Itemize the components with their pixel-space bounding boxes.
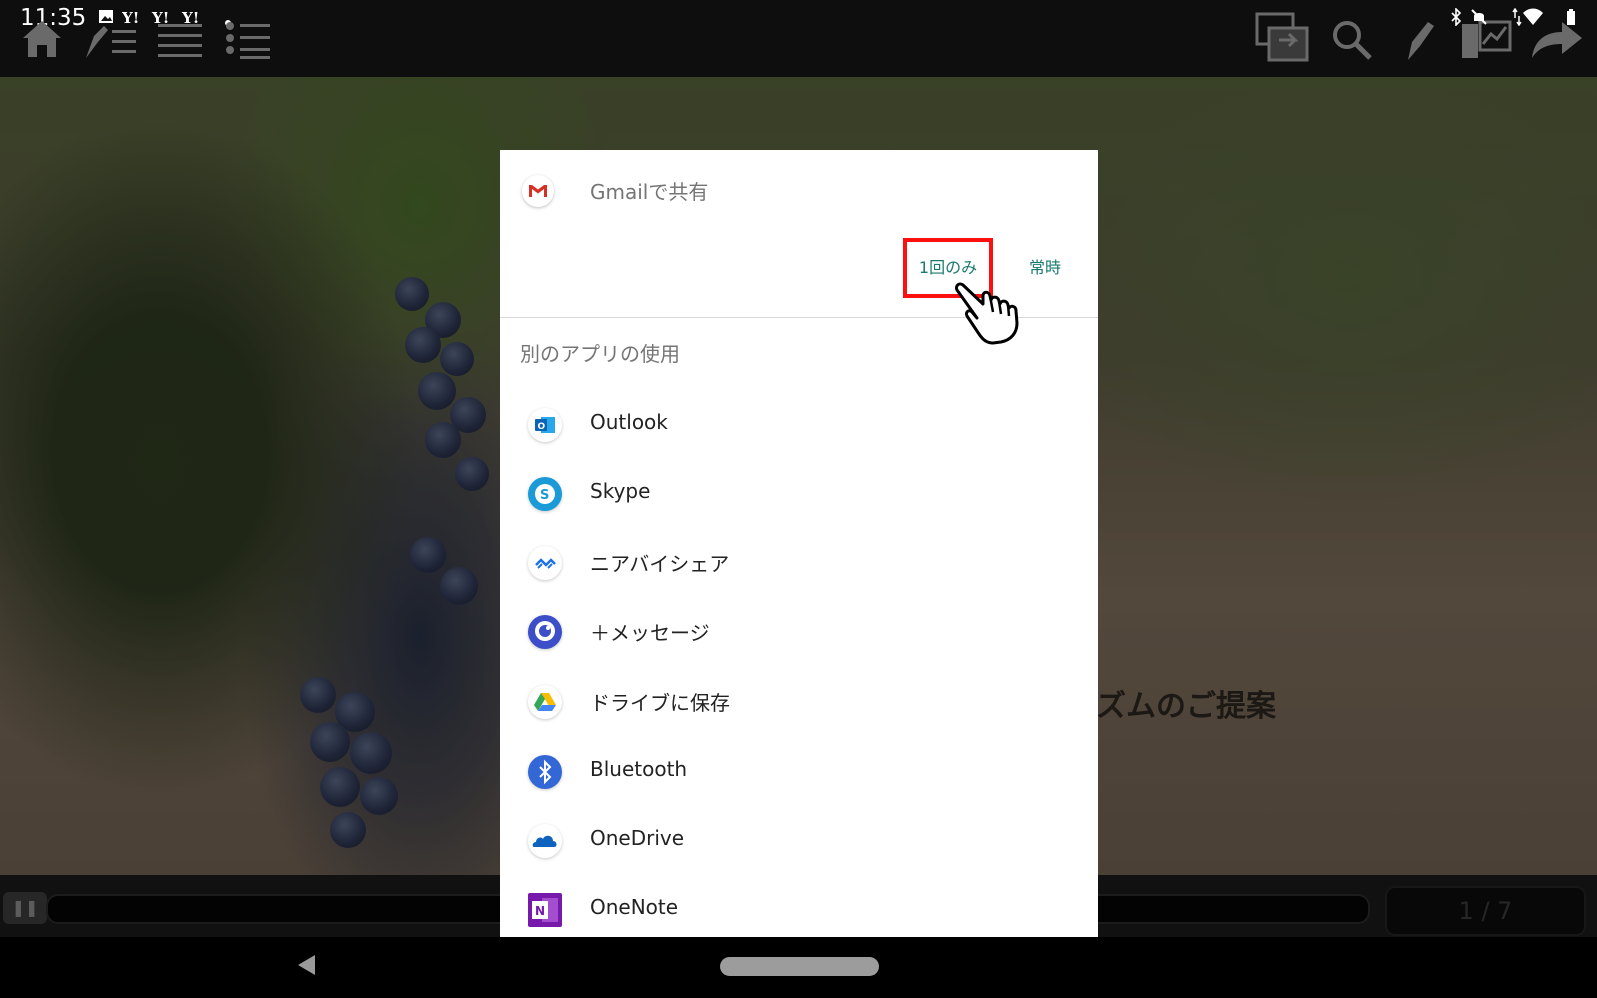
app-row-onenote[interactable]: N OneNote: [500, 875, 1098, 937]
app-label: Outlook: [590, 410, 668, 434]
battery-icon: [1566, 8, 1576, 30]
app-row-onedrive[interactable]: OneDrive: [500, 806, 1098, 874]
svg-text:N: N: [535, 904, 545, 918]
screen-switch-icon[interactable]: [1255, 12, 1311, 64]
bluetooth-icon: [528, 755, 562, 789]
gmail-icon: [522, 175, 554, 207]
svg-text:S: S: [540, 488, 549, 503]
app-label: OneDrive: [590, 826, 685, 850]
pointing-hand-icon: [953, 278, 1033, 350]
app-label: Skype: [590, 479, 651, 503]
other-apps-label: 別のアプリの使用: [520, 342, 680, 366]
app-label: OneNote: [590, 895, 679, 919]
app-row-nearby-share[interactable]: ニアバイシェア: [500, 528, 1098, 596]
search-icon[interactable]: [1330, 18, 1374, 62]
app-row-outlook[interactable]: O Outlook: [500, 390, 1098, 458]
app-row-skype[interactable]: S Skype: [500, 459, 1098, 527]
bluetooth-status-icon: [1450, 7, 1462, 30]
app-label: Bluetooth: [590, 757, 688, 781]
outlook-icon: O: [528, 408, 562, 442]
app-label: ＋メッセージ: [590, 621, 710, 645]
bullet-list-icon[interactable]: [222, 18, 274, 60]
app-label: ニアバイシェア: [590, 552, 730, 576]
app-row-plus-message[interactable]: ＋メッセージ: [500, 597, 1098, 665]
app-row-drive[interactable]: ドライブに保存: [500, 667, 1098, 735]
wifi-icon: [1522, 8, 1544, 30]
sheet-title: Gmailで共有: [590, 180, 709, 204]
home-handle[interactable]: [720, 957, 879, 976]
plus-message-icon: [528, 615, 562, 649]
default-app-row[interactable]: Gmailで共有: [500, 150, 1098, 230]
pen-icon[interactable]: [1402, 18, 1438, 62]
mute-status-icon: [1470, 8, 1488, 30]
pen-list-icon[interactable]: [82, 18, 142, 62]
skype-icon: S: [528, 477, 562, 511]
top-toolbar: 11:35 Y! Y! Y!: [0, 0, 1597, 77]
home-icon[interactable]: [20, 18, 64, 60]
data-arrows-icon: [1512, 7, 1522, 30]
svg-text:O: O: [538, 422, 546, 432]
back-icon[interactable]: [298, 955, 315, 975]
drive-icon: [528, 685, 562, 719]
list-icon[interactable]: [156, 20, 204, 60]
nearby-share-icon: [528, 546, 562, 580]
onedrive-icon: [528, 824, 562, 858]
app-label: ドライブに保存: [590, 691, 730, 715]
share-sheet: Gmailで共有 1回のみ 常時 別のアプリの使用 O Outlook S Sk…: [500, 150, 1098, 937]
onenote-icon: N: [528, 893, 562, 927]
app-row-bluetooth[interactable]: Bluetooth: [500, 737, 1098, 805]
